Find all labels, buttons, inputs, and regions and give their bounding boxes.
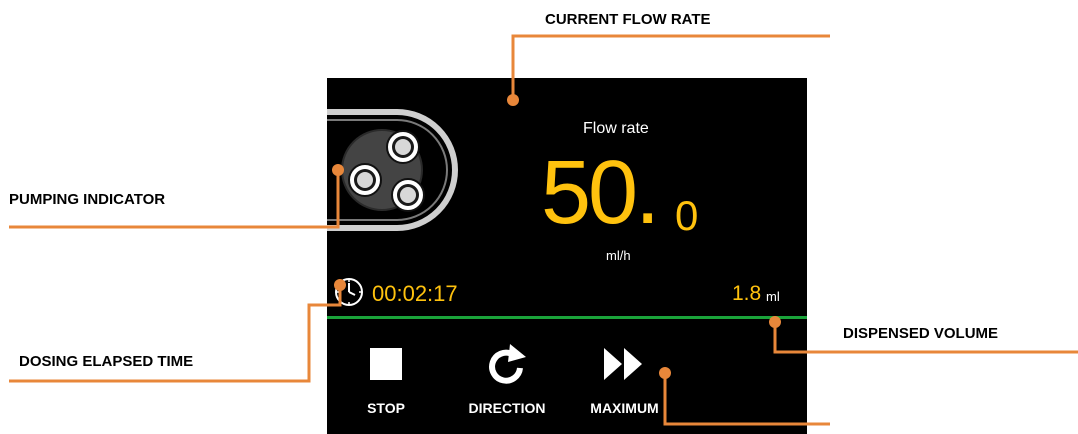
- maximum-button[interactable]: MAXIMUM: [572, 340, 677, 430]
- peristaltic-pump-icon: [327, 109, 458, 231]
- direction-button[interactable]: DIRECTION: [452, 340, 562, 430]
- maximum-button-label: MAXIMUM: [590, 400, 659, 416]
- divider-line: [327, 316, 807, 319]
- flow-rate-unit: ml/h: [606, 248, 631, 263]
- dispensed-volume-label: DISPENSED VOLUME: [843, 325, 999, 342]
- flow-rate-title: Flow rate: [583, 120, 649, 137]
- fast-forward-icon: [604, 348, 642, 380]
- dispensed-volume-value: 1.8: [732, 282, 762, 305]
- stop-square-icon: [370, 348, 402, 380]
- rotate-arrow-icon: [489, 344, 526, 384]
- stop-button[interactable]: STOP: [351, 340, 421, 430]
- dosing-elapsed-time-label: DOSING ELAPSED TIME: [19, 353, 194, 370]
- direction-button-label: DIRECTION: [468, 400, 546, 416]
- dispensed-volume-unit: ml: [766, 289, 780, 304]
- stop-button-label: STOP: [367, 400, 405, 416]
- elapsed-time-value: 00:02:17: [372, 281, 458, 306]
- flow-rate-value: 50.: [541, 143, 660, 243]
- pump-screen: Flow rate 50. 0 ml/h 00:02:17 1.8 ml STO…: [327, 78, 807, 434]
- current-flow-rate-label: CURRENT FLOW RATE: [545, 11, 711, 28]
- pumping-indicator-label: PUMPING INDICATOR: [9, 191, 166, 208]
- clock-icon: [335, 278, 363, 306]
- flow-rate-decimal: 0: [675, 192, 699, 239]
